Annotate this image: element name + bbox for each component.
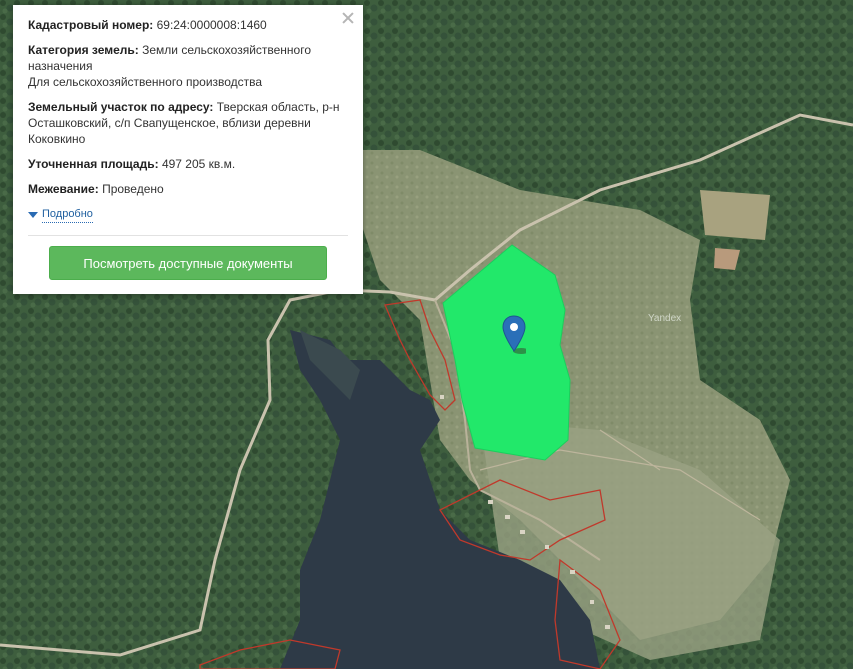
map-watermark: Yandex [648, 313, 682, 324]
details-link[interactable]: Подробно [42, 206, 93, 223]
area-value: 497 205 кв.м. [161, 157, 236, 171]
survey-value: Проведено [102, 182, 164, 196]
survey-row: Межевание: Проведено [28, 181, 348, 197]
survey-label: Межевание: [28, 182, 99, 196]
address-row: Земельный участок по адресу: Тверская об… [28, 99, 348, 147]
view-documents-button[interactable]: Посмотреть доступные документы [49, 246, 327, 280]
address-label: Земельный участок по адресу: [28, 100, 214, 114]
details-toggle[interactable]: Подробно [28, 206, 348, 223]
cadastral-number-row: Кадастровый номер: 69:24:0000008:1460 [28, 17, 348, 33]
divider [28, 235, 348, 236]
map-pin-icon[interactable] [502, 315, 526, 355]
parcel-info-popup: Кадастровый номер: 69:24:0000008:1460 Ка… [13, 5, 363, 294]
clearing-upper [700, 190, 770, 240]
close-icon[interactable] [341, 11, 355, 25]
triangle-down-icon [28, 211, 38, 218]
land-category-row: Категория земель: Земли сельскохозяйстве… [28, 42, 348, 90]
area-row: Уточненная площадь: 497 205 кв.м. [28, 156, 348, 172]
cadastral-number-value: 69:24:0000008:1460 [156, 18, 267, 32]
cadastral-number-label: Кадастровый номер: [28, 18, 154, 32]
land-category-label: Категория земель: [28, 43, 139, 57]
area-label: Уточненная площадь: [28, 157, 159, 171]
land-use-value: Для сельскохозяйственного производства [28, 75, 263, 89]
